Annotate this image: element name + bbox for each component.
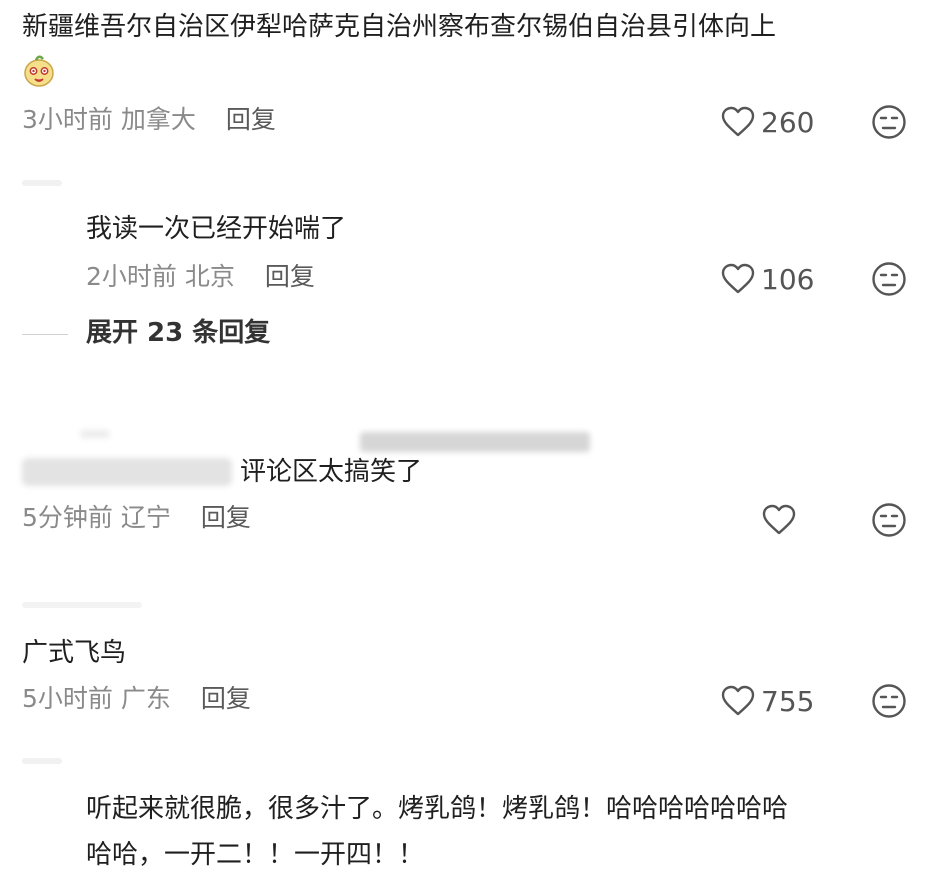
comment-text-line1: 听起来就很脆，很多汁了。烤乳鸽！烤乳鸽！哈哈哈哈哈哈哈	[86, 794, 789, 824]
reply-button[interactable]: 回复	[265, 262, 315, 291]
like-button[interactable]: 106	[721, 261, 814, 297]
reply-button[interactable]: 回复	[201, 503, 251, 532]
reply-button[interactable]: 回复	[201, 684, 251, 713]
dislike-button[interactable]	[871, 683, 907, 723]
blurred-avatar	[80, 430, 110, 438]
comment-meta: 5小时前 广东 回复	[22, 684, 251, 714]
meh-face-icon	[872, 105, 906, 139]
blurred-redaction	[360, 432, 590, 452]
like-count: 260	[761, 105, 815, 139]
comment-author[interactable]: 广式飞鸟	[22, 636, 126, 670]
like-button[interactable]: 755	[721, 683, 814, 719]
comment-text: 新疆维吾尔自治区伊犁哈萨克自治州察布查尔锡伯自治县引体向上	[22, 12, 777, 42]
heart-icon	[721, 106, 755, 137]
expand-replies-button[interactable]: 展开 23 条回复	[86, 316, 270, 350]
like-button[interactable]: 260	[721, 104, 814, 140]
comment-meta: 5分钟前 辽宁 回复	[22, 503, 251, 533]
comment-meta: 2小时前 北京 回复	[86, 262, 315, 292]
dislike-button[interactable]	[871, 261, 907, 301]
comment-location: 辽宁	[120, 503, 171, 532]
comment-text: 评论区太搞笑了	[240, 457, 423, 487]
comment-time: 5小时前	[22, 684, 113, 713]
like-button[interactable]	[762, 502, 796, 538]
meh-face-icon	[872, 684, 906, 718]
meh-face-icon	[872, 503, 906, 537]
comment-time: 3小时前	[22, 105, 113, 134]
comment-location: 加拿大	[120, 105, 196, 134]
meh-face-icon	[872, 262, 906, 296]
heart-icon	[721, 685, 755, 716]
dislike-button[interactable]	[871, 502, 907, 542]
comment-text: 我读一次已经开始喘了	[86, 214, 347, 244]
comment-text-line2: 哈哈，一开二！！一开四！！	[86, 840, 425, 870]
comment-time: 2小时前	[86, 262, 177, 291]
dislike-button[interactable]	[871, 104, 907, 144]
avatar-placeholder	[22, 602, 142, 608]
comment-location: 广东	[120, 684, 171, 713]
like-count: 755	[761, 684, 815, 718]
expand-divider	[22, 334, 68, 335]
avatar-placeholder	[22, 180, 62, 186]
comment-location: 北京	[184, 262, 235, 291]
blurred-username	[22, 458, 232, 486]
heart-icon	[721, 263, 755, 294]
heart-icon	[762, 504, 796, 535]
avatar-placeholder	[22, 758, 62, 764]
emoji-sticker-icon	[22, 52, 56, 88]
comment-time: 5分钟前	[22, 503, 113, 532]
reply-button[interactable]: 回复	[226, 105, 276, 134]
comment-meta: 3小时前 加拿大 回复	[22, 105, 276, 135]
like-count: 106	[761, 262, 815, 296]
